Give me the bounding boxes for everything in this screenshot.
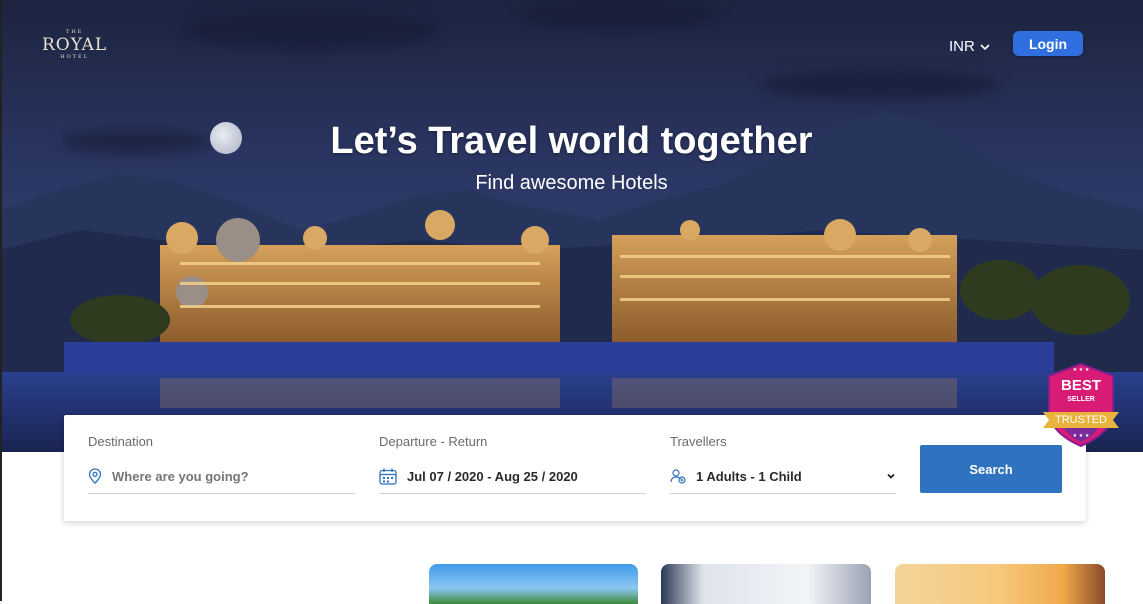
logo-text: ROYAL (42, 35, 108, 55)
destination-label: Destination (88, 434, 154, 449)
dates-value: Jul 07 / 2020 - Aug 25 / 2020 (407, 468, 578, 484)
currency-selector[interactable]: INR (949, 38, 990, 55)
chevron-down-icon (887, 473, 895, 479)
best-seller-badge: ★ ★ ★ BEST SELLER TRUSTED ★ ★ ★ (1043, 362, 1119, 448)
travellers-value: 1 Adults - 1 Child (696, 468, 802, 484)
search-button[interactable]: Search (920, 445, 1062, 493)
badge-line1: BEST (1061, 377, 1101, 394)
currency-label: INR (949, 38, 975, 55)
search-panel: Destination Departure - Return Jul 07 / … (64, 415, 1086, 521)
svg-text:★ ★ ★: ★ ★ ★ (1073, 433, 1090, 439)
palace-illustration (0, 210, 1143, 452)
hotel-card-image[interactable] (661, 564, 871, 604)
login-button[interactable]: Login (1013, 31, 1083, 56)
destination-input-row[interactable] (88, 459, 355, 494)
svg-text:★ ★ ★: ★ ★ ★ (1073, 367, 1090, 373)
destination-input[interactable] (112, 468, 312, 484)
dates-input-row[interactable]: Jul 07 / 2020 - Aug 25 / 2020 (379, 459, 646, 494)
badge-line3: TRUSTED (1055, 414, 1107, 426)
page-edge (0, 0, 2, 601)
calendar-icon (379, 468, 397, 485)
dates-label: Departure - Return (379, 434, 488, 449)
hero-subtitle: Find awesome Hotels (475, 172, 668, 194)
brand-logo[interactable]: THE ROYAL HOTEL (42, 29, 108, 60)
users-icon (670, 469, 686, 484)
location-pin-icon (88, 468, 102, 484)
travellers-select[interactable]: 1 Adults - 1 Child (670, 459, 896, 494)
hotel-card-image[interactable] (429, 564, 638, 604)
chevron-down-icon (980, 43, 990, 50)
hotel-card-image[interactable] (895, 564, 1105, 604)
hero-title: Let’s Travel world together (330, 120, 813, 162)
badge-line2: SELLER (1067, 396, 1095, 403)
travellers-label: Travellers (670, 434, 727, 449)
hero-banner: THE ROYAL HOTEL INR Login Let’s Travel w… (0, 0, 1143, 452)
